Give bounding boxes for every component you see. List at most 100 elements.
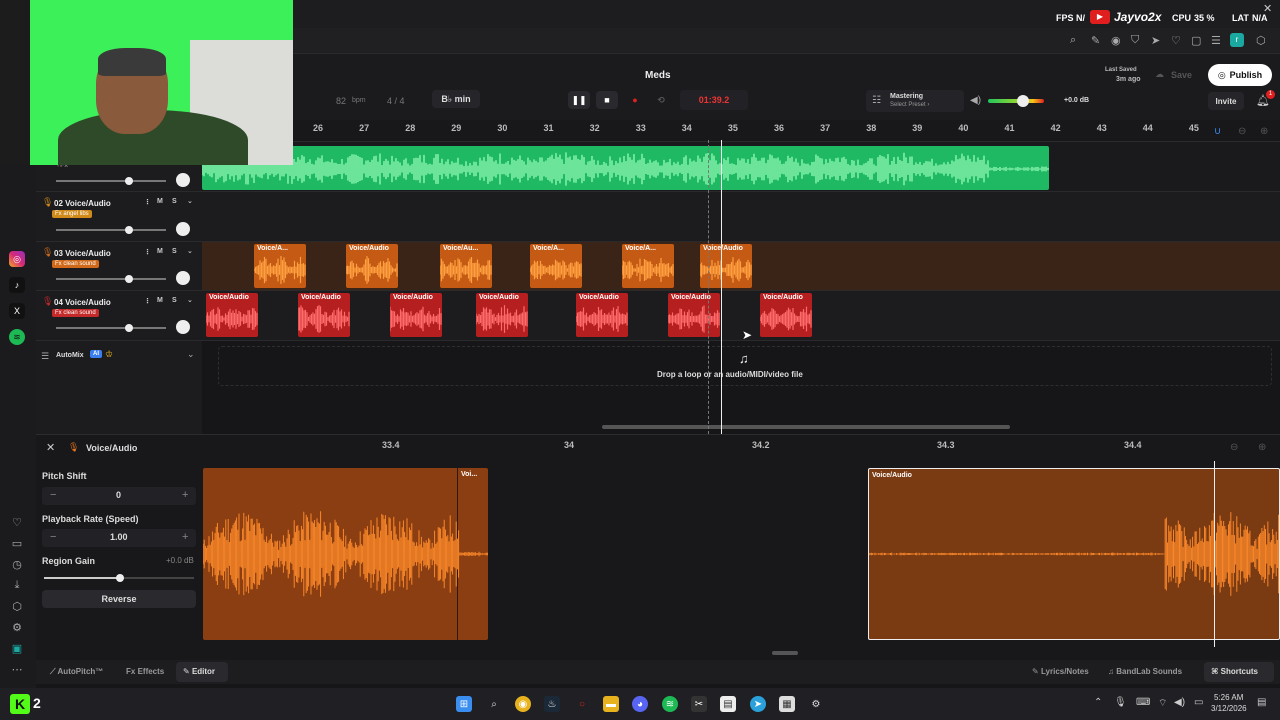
mastering-button[interactable]: ☷ Mastering Select Preset › <box>866 90 964 112</box>
editor-ruler[interactable]: 33.4 34 34.2 34.3 34.4 <box>202 435 1280 455</box>
ruler-bar-44[interactable]: 44 <box>1143 123 1153 133</box>
document-icon[interactable]: ▤ <box>720 696 736 712</box>
capcut-icon[interactable]: ✂ <box>691 696 707 712</box>
ruler-bar-35[interactable]: 35 <box>728 123 738 133</box>
chevron-up-icon[interactable]: ⌃ <box>1094 697 1102 708</box>
menu-dots-icon[interactable]: ⋮ <box>144 198 151 206</box>
playhead[interactable] <box>721 140 722 434</box>
ruler-bar-27[interactable]: 27 <box>359 123 369 133</box>
track-pan-knob-02[interactable] <box>176 222 190 236</box>
profile-icon[interactable]: r <box>1230 33 1244 47</box>
app-icon[interactable]: ▣ <box>10 642 24 656</box>
track-name-03[interactable]: 03 Voice/Audio <box>54 249 111 258</box>
x-icon[interactable]: X <box>9 303 25 319</box>
ruler-bar-41[interactable]: 41 <box>1005 123 1015 133</box>
ruler-bar-30[interactable]: 30 <box>497 123 507 133</box>
discord-icon[interactable]: ◕ <box>632 696 648 712</box>
chat-icon[interactable]: ▭ <box>10 537 24 551</box>
stop-button[interactable]: ■ <box>596 91 618 109</box>
ruler-bar-40[interactable]: 40 <box>958 123 968 133</box>
clip[interactable]: Voice/A... <box>254 244 306 288</box>
clip[interactable]: Voice/Audio <box>346 244 398 288</box>
box-icon[interactable]: ▢ <box>1191 34 1201 47</box>
mute-button-02[interactable]: M <box>157 198 163 205</box>
record-button[interactable]: ● <box>624 91 646 109</box>
opera-icon[interactable]: ○ <box>574 696 590 712</box>
spotify-icon[interactable]: ≋ <box>662 696 678 712</box>
send-icon[interactable]: ➤ <box>1151 34 1160 47</box>
edit-icon[interactable]: ✎ <box>1091 34 1100 47</box>
solo-button-03[interactable]: S <box>172 248 177 255</box>
more-icon[interactable]: ⋯ <box>10 663 24 677</box>
ruler-bar-33[interactable]: 33 <box>636 123 646 133</box>
mute-button-04[interactable]: M <box>157 297 163 304</box>
extensions-icon[interactable]: ⬡ <box>1256 34 1266 47</box>
search-icon[interactable]: ⌕ <box>486 696 502 712</box>
minus-icon[interactable]: − <box>50 489 56 501</box>
ruler-bar-39[interactable]: 39 <box>912 123 922 133</box>
track-volume-handle-01[interactable] <box>125 177 133 185</box>
track-name-04[interactable]: 04 Voice/Audio <box>54 298 111 307</box>
tiktok-icon[interactable]: ♪ <box>9 277 25 293</box>
editor-ruler-mark[interactable]: 34.4 <box>1124 440 1142 450</box>
save-icon[interactable]: ☁ <box>1155 69 1164 80</box>
zoom-out-icon[interactable]: ⊖ <box>1238 126 1246 137</box>
track-volume-handle-03[interactable] <box>125 275 133 283</box>
track-pan-knob-01[interactable] <box>176 173 190 187</box>
track-volume-handle-04[interactable] <box>125 324 133 332</box>
battery-icon[interactable]: ▭ <box>1194 697 1203 708</box>
tab-autopitch[interactable]: ⟋ AutoPitch™ <box>50 667 103 677</box>
master-volume-handle[interactable] <box>1016 95 1029 107</box>
save-button[interactable]: Save <box>1171 70 1192 80</box>
track-fx-04[interactable]: Fx clean sound <box>52 309 99 317</box>
chevron-down-icon[interactable]: ⌄ <box>187 197 193 205</box>
zoom-icon[interactable]: ⌕ <box>1070 34 1076 47</box>
microphone-icon[interactable]: 🎙︎ <box>1114 697 1127 708</box>
ruler-bar-36[interactable]: 36 <box>774 123 784 133</box>
plus-icon[interactable]: + <box>182 531 188 543</box>
chevron-down-icon[interactable]: ⌄ <box>187 247 193 255</box>
track-volume-handle-02[interactable] <box>125 226 133 234</box>
track-volume-04[interactable] <box>56 327 166 329</box>
track-header-02[interactable]: 🎙︎ 02 Voice/Audio Fx angel libs ⋮ M S ⌄ <box>36 192 202 242</box>
menu-dots-icon[interactable]: ⋮ <box>144 297 151 305</box>
lane-02[interactable] <box>202 192 1280 242</box>
playback-rate-stepper[interactable]: − 1.00 + <box>42 529 196 547</box>
speaker-icon[interactable]: ◀) <box>970 95 981 106</box>
editor-ruler-mark[interactable]: 33.4 <box>382 440 400 450</box>
automix-label[interactable]: AutoMix <box>56 352 84 359</box>
ruler-bar-29[interactable]: 29 <box>451 123 461 133</box>
mute-button-03[interactable]: M <box>157 248 163 255</box>
notifications-icon[interactable]: ▤ <box>1257 697 1266 708</box>
lane-01[interactable] <box>202 142 1280 192</box>
clock-date[interactable]: 3/12/2026 <box>1211 704 1247 713</box>
app-grid-icon[interactable]: ▦ <box>779 696 795 712</box>
editor-playhead[interactable] <box>1214 461 1215 647</box>
clip[interactable]: Voice/Audio <box>206 293 258 337</box>
solo-button-02[interactable]: S <box>172 198 177 205</box>
close-icon[interactable]: ✕ <box>46 441 55 454</box>
editor-clip-a[interactable]: Voi... <box>203 468 488 640</box>
track-fx-02[interactable]: Fx angel libs <box>52 210 92 218</box>
publish-button[interactable]: ◎ Publish <box>1208 64 1272 86</box>
zoom-out-icon[interactable]: ⊖ <box>1230 442 1238 453</box>
clip[interactable]: Voice/A... <box>530 244 582 288</box>
timeline-ruler[interactable]: 26 27 28 29 30 31 32 33 34 35 36 37 38 39 40 41 42 43 44 45 <box>200 120 1280 142</box>
minus-icon[interactable]: − <box>50 531 56 543</box>
clip[interactable]: Voice/Audio <box>576 293 628 337</box>
ruler-bar-28[interactable]: 28 <box>405 123 415 133</box>
invite-button[interactable]: Invite <box>1208 92 1244 110</box>
clip[interactable]: Voice/A... <box>622 244 674 288</box>
ruler-bar-43[interactable]: 43 <box>1097 123 1107 133</box>
chevron-down-icon[interactable]: ⌄ <box>187 296 193 304</box>
ruler-bar-26[interactable]: 26 <box>313 123 323 133</box>
keyboard-icon[interactable]: ⌨ <box>1136 697 1150 708</box>
clock-time[interactable]: 5:26 AM <box>1214 693 1243 702</box>
zoom-in-icon[interactable]: ⊕ <box>1258 442 1266 453</box>
shortcuts-button[interactable]: ⌘ Shortcuts <box>1204 662 1274 682</box>
ruler-bar-45[interactable]: 45 <box>1189 123 1199 133</box>
close-icon[interactable]: ✕ <box>1263 2 1272 15</box>
track-header-03[interactable]: 🎙︎ 03 Voice/Audio Fx clean sound ⋮ M S ⌄ <box>36 242 202 291</box>
chrome-icon[interactable]: ◉ <box>515 696 531 712</box>
ruler-bar-31[interactable]: 31 <box>544 123 554 133</box>
